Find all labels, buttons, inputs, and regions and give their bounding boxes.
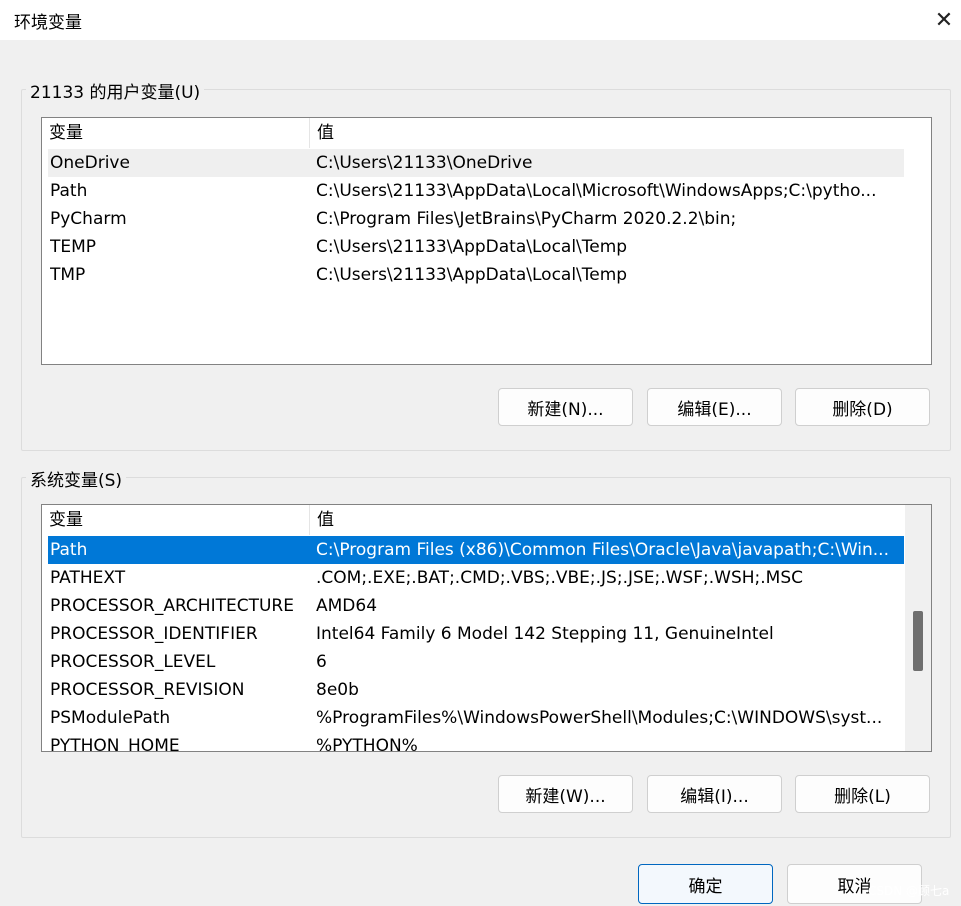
variable-name: PROCESSOR_REVISION <box>50 680 245 700</box>
close-icon[interactable]: ✕ <box>930 6 958 34</box>
user-list-header: 变量 值 <box>42 118 904 148</box>
user-variable-row[interactable]: TEMP C:\Users\21133\AppData\Local\Temp <box>48 233 904 261</box>
column-header-name[interactable]: 变量 <box>42 505 309 535</box>
variable-value: %PYTHON% <box>316 736 418 752</box>
system-variable-row[interactable]: PROCESSOR_REVISION 8e0b <box>48 676 904 704</box>
variable-value: .COM;.EXE;.BAT;.CMD;.VBS;.VBE;.JS;.JSE;.… <box>316 568 804 588</box>
variable-value: 8e0b <box>316 680 359 700</box>
user-variables-label: 21133 的用户变量(U) <box>26 78 205 103</box>
variable-name: TMP <box>50 265 86 285</box>
system-variable-row-selected[interactable]: Path C:\Program Files (x86)\Common Files… <box>48 536 904 564</box>
variable-name: PATHEXT <box>50 568 126 588</box>
variable-value: C:\Program Files\JetBrains\PyCharm 2020.… <box>316 209 737 229</box>
user-variable-row[interactable]: Path C:\Users\21133\AppData\Local\Micros… <box>48 177 904 205</box>
column-header-value[interactable]: 值 <box>309 505 904 535</box>
variable-name: OneDrive <box>50 153 130 173</box>
variable-value: AMD64 <box>316 596 378 616</box>
variable-name: Path <box>50 181 88 201</box>
title-bar: 环境变量 ✕ <box>0 0 961 40</box>
system-list-scrollbar[interactable] <box>905 505 931 751</box>
watermark: CSDN @顾七a <box>868 884 950 898</box>
variable-value: 6 <box>316 652 327 672</box>
user-variables-list[interactable]: 变量 值 OneDrive C:\Users\21133\OneDrive Pa… <box>41 117 932 365</box>
variable-name: PSModulePath <box>50 708 171 728</box>
system-variable-row[interactable]: PATHEXT .COM;.EXE;.BAT;.CMD;.VBS;.VBE;.J… <box>48 564 904 592</box>
variable-value: C:\Users\21133\AppData\Local\Temp <box>316 265 628 285</box>
column-header-value[interactable]: 值 <box>309 118 904 148</box>
user-variable-row[interactable]: PyCharm C:\Program Files\JetBrains\PyCha… <box>48 205 904 233</box>
system-variable-row[interactable]: PROCESSOR_LEVEL 6 <box>48 648 904 676</box>
variable-name: PYTHON_HOME <box>50 736 180 752</box>
system-new-button[interactable]: 新建(W)... <box>498 775 633 813</box>
variable-value: Intel64 Family 6 Model 142 Stepping 11, … <box>316 624 774 644</box>
system-edit-button[interactable]: 编辑(I)... <box>647 775 782 813</box>
system-list-header: 变量 值 <box>42 505 904 535</box>
system-variable-row[interactable]: PROCESSOR_ARCHITECTURE AMD64 <box>48 592 904 620</box>
variable-value: %ProgramFiles%\WindowsPowerShell\Modules… <box>316 708 883 728</box>
user-delete-button[interactable]: 删除(D) <box>795 388 930 426</box>
system-delete-button[interactable]: 删除(L) <box>795 775 930 813</box>
variable-value: C:\Program Files (x86)\Common Files\Orac… <box>316 540 889 560</box>
variable-name: PyCharm <box>50 209 127 229</box>
user-variable-row[interactable]: TMP C:\Users\21133\AppData\Local\Temp <box>48 261 904 289</box>
variable-value: C:\Users\21133\AppData\Local\Microsoft\W… <box>316 181 877 201</box>
variable-name: Path <box>50 540 88 560</box>
scrollbar-thumb[interactable] <box>913 611 923 671</box>
system-variables-label: 系统变量(S) <box>26 466 127 491</box>
variable-name: PROCESSOR_IDENTIFIER <box>50 624 258 644</box>
variable-name: PROCESSOR_ARCHITECTURE <box>50 596 294 616</box>
system-variables-list[interactable]: 变量 值 Path C:\Program Files (x86)\Common … <box>41 504 932 752</box>
user-variable-row[interactable]: OneDrive C:\Users\21133\OneDrive <box>48 149 904 177</box>
variable-name: PROCESSOR_LEVEL <box>50 652 216 672</box>
user-new-button[interactable]: 新建(N)... <box>498 388 633 426</box>
variable-value: C:\Users\21133\AppData\Local\Temp <box>316 237 628 257</box>
system-variable-row[interactable]: PROCESSOR_IDENTIFIER Intel64 Family 6 Mo… <box>48 620 904 648</box>
window-title: 环境变量 <box>14 13 82 33</box>
column-header-name[interactable]: 变量 <box>42 118 309 148</box>
variable-value: C:\Users\21133\OneDrive <box>316 153 533 173</box>
variable-name: TEMP <box>50 237 97 257</box>
system-variable-row[interactable]: PSModulePath %ProgramFiles%\WindowsPower… <box>48 704 904 732</box>
system-variable-row[interactable]: PYTHON_HOME %PYTHON% <box>48 732 904 752</box>
ok-button[interactable]: 确定 <box>638 864 773 904</box>
user-edit-button[interactable]: 编辑(E)... <box>647 388 782 426</box>
